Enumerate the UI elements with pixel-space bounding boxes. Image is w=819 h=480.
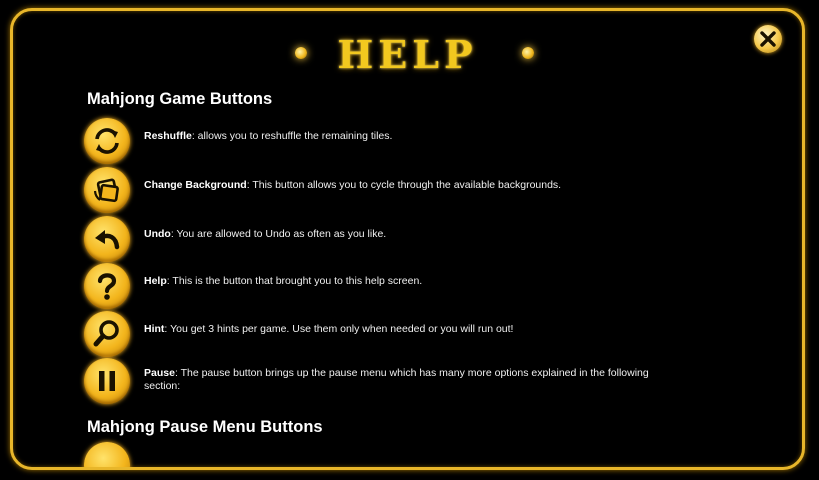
help-description: Help: This is the button that brought yo… <box>144 275 664 288</box>
help-row-reshuffle: Reshuffle: allows you to reshuffle the r… <box>84 118 684 164</box>
section-heading-pause-menu-buttons: Mahjong Pause Menu Buttons <box>87 418 323 436</box>
undo-icon <box>95 230 120 250</box>
help-row-undo: Undo: You are allowed to Undo as often a… <box>84 216 684 262</box>
undo-text: : You are allowed to Undo as often as yo… <box>170 228 387 240</box>
pause-label: Pause <box>144 367 175 379</box>
hint-label: Hint <box>144 323 165 335</box>
change-background-button[interactable] <box>84 167 130 213</box>
undo-button[interactable] <box>84 216 130 262</box>
hint-description: Hint: You get 3 hints per game. Use them… <box>144 323 664 336</box>
pause-menu-button-partial[interactable] <box>84 442 130 467</box>
change-background-icon <box>93 178 119 203</box>
reshuffle-description: Reshuffle: allows you to reshuffle the r… <box>144 130 664 143</box>
reshuffle-text: : allows you to reshuffle the remaining … <box>191 130 393 142</box>
help-title: HELP <box>337 32 478 77</box>
change-background-label: Change Background <box>144 179 247 191</box>
change-background-text: : This button allows you to cycle throug… <box>246 179 562 191</box>
hint-button[interactable] <box>84 311 130 357</box>
close-icon <box>760 31 776 47</box>
title-right-dot-icon <box>522 47 534 59</box>
help-button[interactable] <box>84 263 130 309</box>
section-heading-game-buttons: Mahjong Game Buttons <box>87 90 273 108</box>
hint-icon <box>93 320 119 347</box>
help-row-change-background: Change Background: This button allows yo… <box>84 167 684 213</box>
help-label: Help <box>144 275 167 287</box>
undo-label: Undo <box>144 228 171 240</box>
help-panel: HELP Mahjong Game Buttons Reshuffle: all… <box>10 8 805 470</box>
hint-text: : You get 3 hints per game. Use them onl… <box>164 323 514 335</box>
help-text: : This is the button that brought you to… <box>166 275 423 287</box>
help-row-pause: Pause: The pause button brings up the pa… <box>84 358 684 404</box>
title-row: HELP <box>13 31 802 79</box>
change-background-description: Change Background: This button allows yo… <box>144 179 664 192</box>
pause-text: : The pause button brings up the pause m… <box>144 367 649 392</box>
reshuffle-button[interactable] <box>84 118 130 164</box>
reshuffle-label: Reshuffle <box>144 130 192 142</box>
help-row-hint: Hint: You get 3 hints per game. Use them… <box>84 311 684 357</box>
help-icon <box>97 273 117 300</box>
pause-icon <box>99 371 115 391</box>
undo-description: Undo: You are allowed to Undo as often a… <box>144 228 664 241</box>
pause-button[interactable] <box>84 358 130 404</box>
pause-description: Pause: The pause button brings up the pa… <box>144 367 664 393</box>
help-row-help: Help: This is the button that brought yo… <box>84 263 684 309</box>
reshuffle-icon <box>95 128 119 154</box>
close-button[interactable] <box>754 25 782 53</box>
